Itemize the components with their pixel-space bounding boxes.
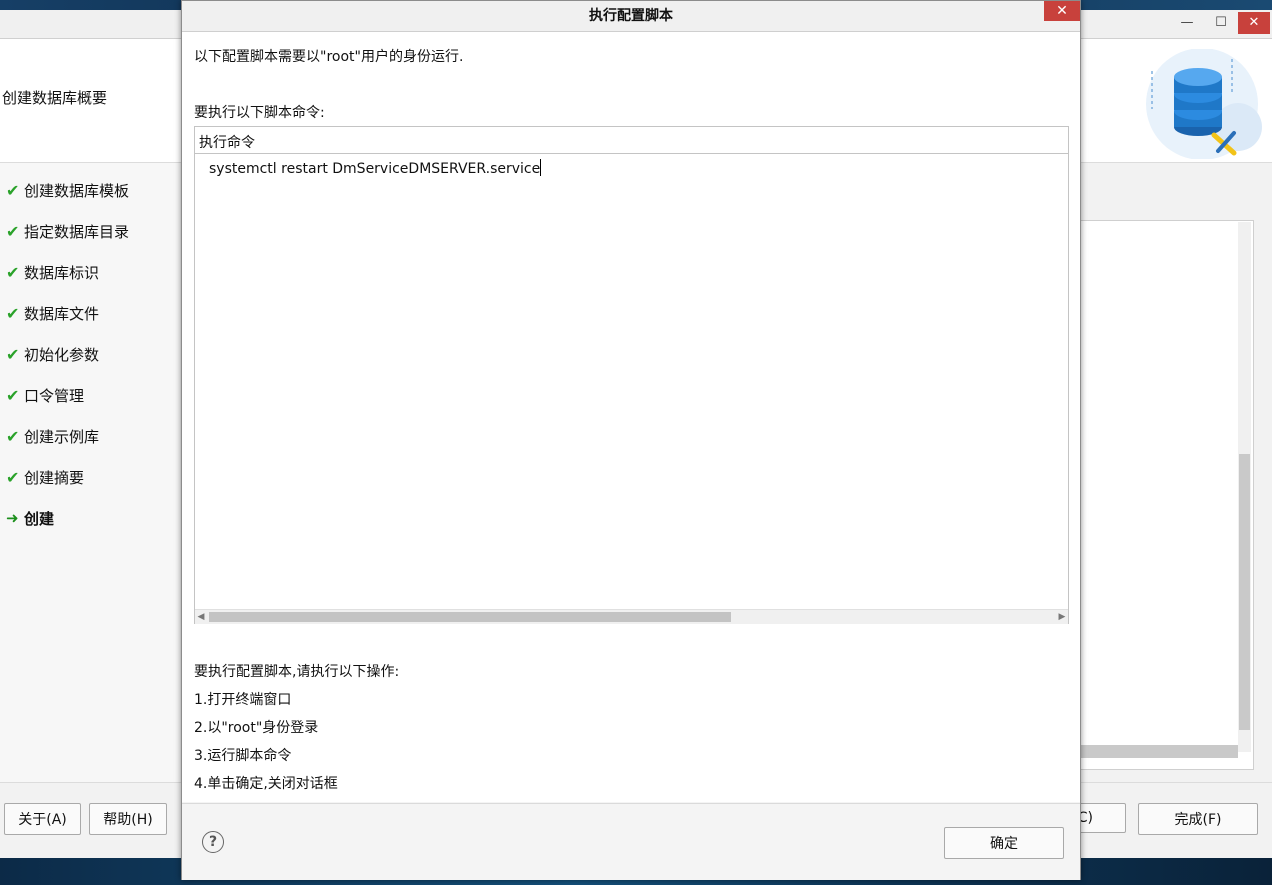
instruction-step: 3.运行脚本命令 (194, 748, 292, 764)
checkmark-icon: ✔ (6, 262, 20, 282)
text-caret (540, 159, 542, 176)
dialog-close-button[interactable]: ✕ (1044, 1, 1080, 21)
run-config-script-dialog: 执行配置脚本 ✕ 以下配置脚本需要以"root"用户的身份运行. 要执行以下脚本… (181, 0, 1081, 880)
instruction-step: 2.以"root"身份登录 (194, 720, 319, 736)
step-item-files: ✔ 数据库文件 (6, 303, 100, 323)
database-config-icon (1146, 49, 1262, 159)
command-text[interactable]: systemctl restart DmServiceDMSERVER.serv… (209, 161, 540, 177)
help-question-icon[interactable]: ? (202, 831, 224, 853)
instruction-step: 4.单击确定,关闭对话框 (194, 776, 338, 792)
command-table-caption: 要执行以下脚本命令: (194, 105, 325, 121)
checkmark-icon: ✔ (6, 467, 20, 487)
about-button[interactable]: 关于(A) (4, 803, 81, 835)
command-table: 执行命令 systemctl restart DmServiceDMSERVER… (194, 126, 1069, 624)
arrow-right-icon: ➜ (6, 509, 19, 527)
checkmark-icon: ✔ (6, 180, 20, 200)
scroll-right-arrow-icon[interactable]: ▶ (1056, 610, 1068, 624)
command-row[interactable]: systemctl restart DmServiceDMSERVER.serv… (209, 159, 542, 177)
step-item-identifier: ✔ 数据库标识 (6, 262, 100, 282)
minimize-button[interactable]: — (1174, 12, 1200, 34)
wizard-page-title: 创建数据库概要 (2, 89, 108, 107)
instructions-title: 要执行配置脚本,请执行以下操作: (194, 664, 400, 680)
command-table-header: 执行命令 (195, 127, 1068, 154)
step-item-directory: ✔ 指定数据库目录 (6, 221, 130, 241)
scrollbar-thumb[interactable] (1239, 454, 1250, 730)
step-item-sample-db: ✔ 创建示例库 (6, 426, 100, 446)
scrollbar-thumb[interactable] (209, 612, 731, 622)
window-close-button[interactable]: ✕ (1238, 12, 1270, 34)
progress-log-panel (1078, 220, 1254, 770)
step-item-create: ➜ 创建 (6, 509, 55, 528)
dialog-body: 以下配置脚本需要以"root"用户的身份运行. 要执行以下脚本命令: 执行命令 … (182, 32, 1080, 802)
step-item-password: ✔ 口令管理 (6, 385, 85, 405)
dialog-footer: ? 确定 (182, 803, 1080, 880)
ok-button[interactable]: 确定 (944, 827, 1064, 859)
step-item-template: ✔ 创建数据库模板 (6, 180, 130, 200)
step-item-summary: ✔ 创建摘要 (6, 467, 85, 487)
wizard-steps-list: ✔ 创建数据库模板 ✔ 指定数据库目录 ✔ 数据库标识 ✔ 数据库文件 ✔ 初始… (0, 163, 180, 783)
checkmark-icon: ✔ (6, 303, 20, 323)
instruction-step: 1.打开终端窗口 (194, 692, 292, 708)
column-header-command: 执行命令 (199, 135, 255, 151)
maximize-button[interactable]: ☐ (1208, 12, 1234, 34)
step-item-init-params: ✔ 初始化参数 (6, 344, 100, 364)
checkmark-icon: ✔ (6, 426, 20, 446)
log-horizontal-scrollbar[interactable] (1080, 745, 1238, 758)
dialog-title: 执行配置脚本 (182, 1, 1080, 32)
checkmark-icon: ✔ (6, 385, 20, 405)
finish-button[interactable]: 完成(F) (1138, 803, 1258, 835)
scroll-left-arrow-icon[interactable]: ◀ (195, 610, 207, 624)
command-horizontal-scrollbar[interactable]: ◀ ▶ (195, 609, 1068, 624)
help-button[interactable]: 帮助(H) (89, 803, 167, 835)
log-vertical-scrollbar[interactable] (1238, 222, 1251, 752)
checkmark-icon: ✔ (6, 221, 20, 241)
checkmark-icon: ✔ (6, 344, 20, 364)
dialog-intro-text: 以下配置脚本需要以"root"用户的身份运行. (194, 49, 464, 65)
